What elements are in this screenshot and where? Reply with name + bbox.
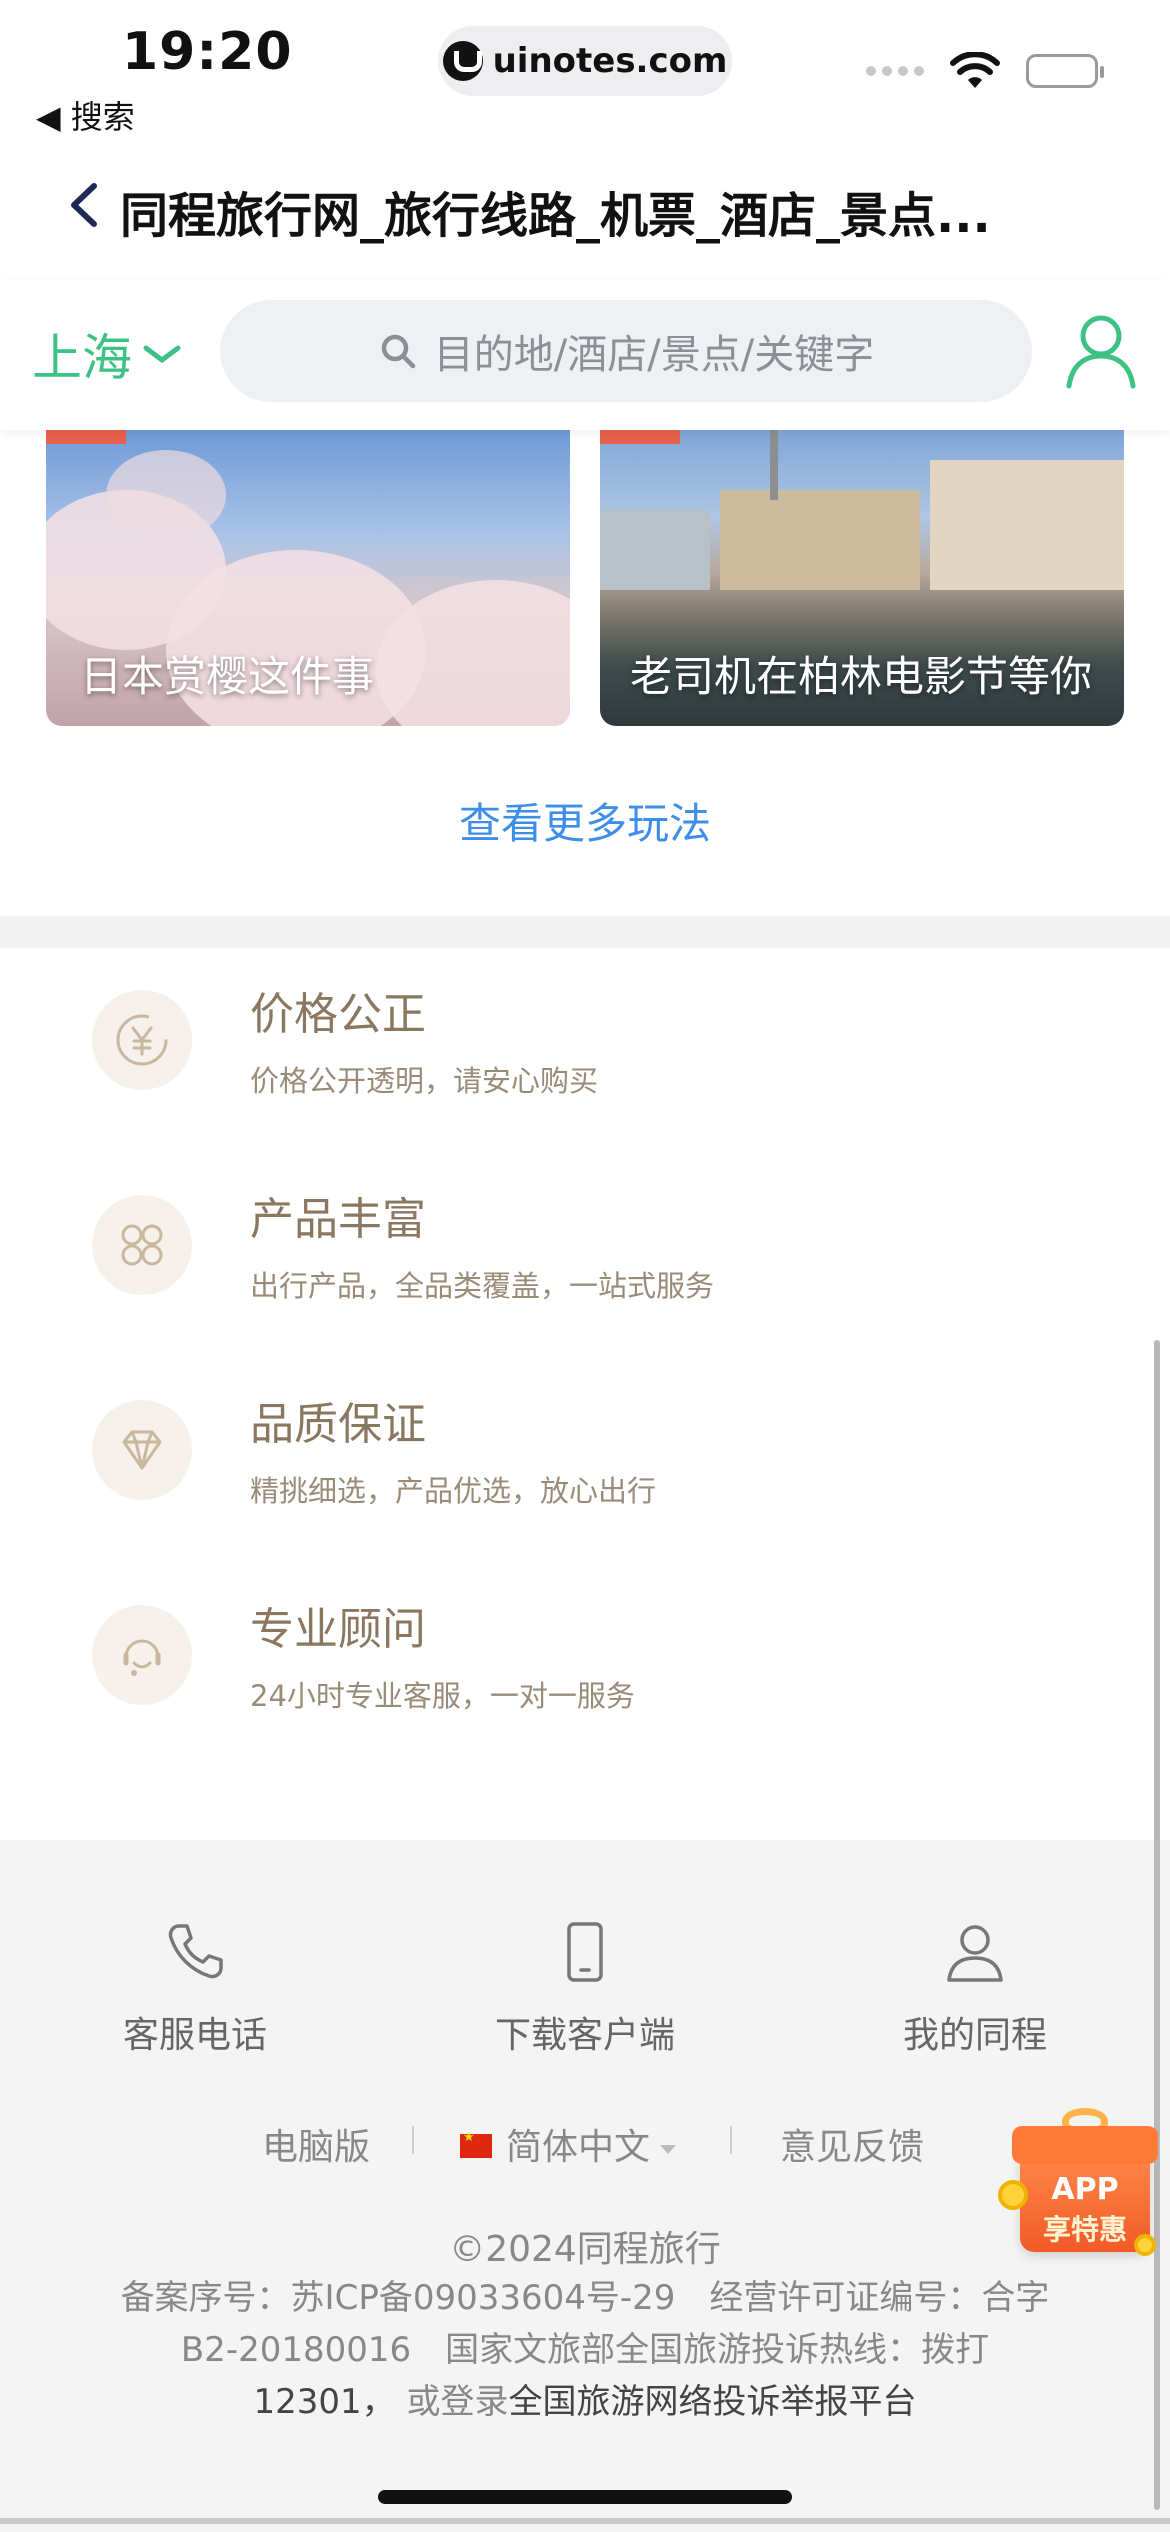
home-indicator[interactable] — [378, 2490, 792, 2504]
gift-lid-icon — [1012, 2126, 1158, 2164]
china-flag-icon — [460, 2130, 492, 2158]
language-selector[interactable]: 简体中文 — [460, 2118, 677, 2170]
footer-nav-label: 客服电话 — [122, 2015, 267, 2056]
user-account-icon[interactable] — [1064, 310, 1138, 390]
icp-info: 备案序号：苏ICP备09033604号-29 经营许可证编号：合字 B2-201… — [100, 2272, 1070, 2428]
play-cards: 日本赏樱这件事 老司机在柏林电影节等你 — [0, 430, 1170, 730]
feature-desc: 精挑细选，产品优选，放心出行 — [250, 1474, 657, 1508]
my-tongcheng-button[interactable]: 我的同程 — [825, 1920, 1125, 2058]
caret-down-icon — [660, 2144, 677, 2154]
cellular-signal-icon — [866, 66, 924, 76]
city-label: 上海 — [32, 329, 132, 387]
download-app-button[interactable]: 下载客户端 — [435, 1920, 735, 2058]
hotline-number: 12301， — [253, 2382, 396, 2422]
card-image-detail — [106, 450, 226, 540]
customer-service-phone-button[interactable]: 客服电话 — [45, 1920, 345, 2058]
link-separator — [730, 2126, 732, 2154]
site-logo-icon — [442, 41, 483, 81]
feature-title: 价格公正 — [250, 989, 426, 1040]
city-selector[interactable]: 上海 — [32, 318, 182, 390]
card-japan-sakura[interactable]: 日本赏樱这件事 — [46, 430, 570, 726]
feature-item: 专业顾问 24小时专业客服，一对一服务 — [0, 1563, 1170, 1768]
url-text: uinotes.com — [492, 41, 728, 81]
feature-item: 产品丰富 出行产品，全品类覆盖，一站式服务 — [0, 1153, 1170, 1358]
bottom-edge — [0, 2518, 1170, 2524]
card-caption: 日本赏樱这件事 — [80, 652, 375, 701]
app-promo-badge[interactable]: APP 享特惠 — [998, 2108, 1166, 2258]
feature-item: 品质保证 精挑细选，产品优选，放心出行 — [0, 1358, 1170, 1563]
headset-icon — [92, 1605, 192, 1705]
status-bar: 19:20 ◀ 搜索 uinotes.com — [0, 0, 1170, 140]
diamond-icon — [92, 1400, 192, 1500]
app-badge-subtext: 享特惠 — [1042, 2213, 1127, 2246]
status-time: 19:20 — [122, 22, 293, 82]
app-header: 上海 目的地/酒店/景点/关键字 — [0, 280, 1170, 430]
mobile-icon — [567, 1922, 603, 1982]
feature-title: 品质保证 — [250, 1399, 426, 1450]
feature-desc: 24小时专业客服，一对一服务 — [250, 1679, 635, 1713]
feature-item: 价格公正 价格公开透明，请安心购买 — [0, 948, 1170, 1153]
feature-desc: 价格公开透明，请安心购买 — [250, 1064, 599, 1098]
status-icons — [866, 52, 1104, 90]
card-berlin-festival[interactable]: 老司机在柏林电影节等你 — [600, 430, 1124, 726]
footer-links: 电脑版 简体中文 意见反馈 — [0, 2118, 1170, 2168]
section-divider — [0, 916, 1170, 948]
page-title: 同程旅行网_旅行线路_机票_酒店_景点... — [120, 188, 991, 244]
browser-title-row: 同程旅行网_旅行线路_机票_酒店_景点... — [0, 160, 1170, 250]
feature-title: 产品丰富 — [250, 1194, 426, 1245]
card-image-detail — [720, 490, 920, 590]
feature-desc: 出行产品，全品类覆盖，一站式服务 — [250, 1269, 715, 1303]
search-icon — [381, 334, 416, 369]
back-to-search-link[interactable]: ◀ 搜索 — [36, 92, 135, 138]
chevron-down-icon — [143, 345, 181, 364]
feedback-link[interactable]: 意见反馈 — [780, 2118, 924, 2170]
wifi-icon — [950, 52, 1000, 88]
link-separator — [412, 2126, 414, 2154]
yen-icon — [92, 990, 192, 1090]
card-image-detail — [930, 460, 1124, 590]
card-tag — [600, 430, 680, 444]
icp-text: 或登录 — [406, 2382, 509, 2422]
icp-line: B2-20180016 国家文旅部全国旅游投诉热线：拨打 — [180, 2330, 990, 2370]
language-label: 简体中文 — [506, 2127, 651, 2168]
search-placeholder: 目的地/酒店/景点/关键字 — [433, 332, 875, 378]
footer-nav-label: 下载客户端 — [494, 2015, 675, 2056]
feature-title: 专业顾问 — [250, 1604, 426, 1655]
desktop-version-link[interactable]: 电脑版 — [262, 2118, 370, 2170]
app-badge-text: APP — [1051, 2172, 1119, 2207]
card-image-detail — [600, 510, 710, 590]
complaint-platform-link[interactable]: 全国旅游网络投诉举报平台 — [508, 2382, 916, 2422]
footer: 客服电话 下载客户端 我的同程 电脑版 简体中文 意见反馈 ©2024同程旅行 … — [0, 1840, 1170, 2532]
back-chevron-icon[interactable] — [60, 180, 110, 230]
icp-line: 备案序号：苏ICP备09033604号-29 经营许可证编号：合字 — [120, 2278, 1050, 2318]
grid-icon — [92, 1195, 192, 1295]
card-tag — [46, 430, 126, 444]
icp-line: 12301， 或登录全国旅游网络投诉举报平台 — [100, 2376, 1070, 2428]
search-input[interactable]: 目的地/酒店/景点/关键字 — [220, 300, 1032, 402]
card-image-detail — [770, 430, 778, 500]
footer-nav: 客服电话 下载客户端 我的同程 — [0, 1920, 1170, 2070]
card-caption: 老司机在柏林电影节等你 — [630, 652, 1093, 701]
footer-nav-label: 我的同程 — [902, 2015, 1047, 2056]
copyright: ©2024同程旅行 — [449, 2229, 721, 2270]
battery-icon — [1026, 54, 1104, 88]
feature-list: 价格公正 价格公开透明，请安心购买 产品丰富 出行产品，全品类覆盖，一站式服务 … — [0, 948, 1170, 1840]
url-bar[interactable]: uinotes.com — [438, 26, 732, 96]
more-play-link[interactable]: 查看更多玩法 — [0, 790, 1170, 851]
phone-icon — [168, 1924, 223, 1979]
user-icon — [947, 1925, 1003, 1982]
scrollbar[interactable] — [1154, 1340, 1160, 2510]
